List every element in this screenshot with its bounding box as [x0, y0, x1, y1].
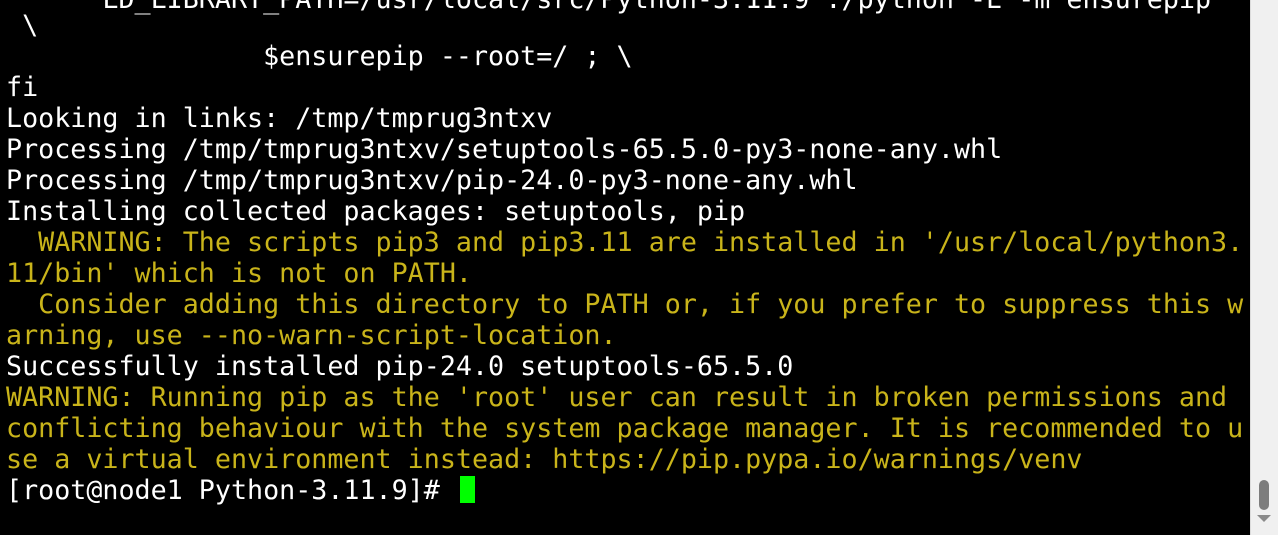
- terminal-line: Processing /tmp/tmprug3ntxv/pip-24.0-py3…: [6, 165, 858, 196]
- terminal-warning-line: se a virtual environment instead: https:…: [6, 444, 1083, 475]
- terminal-warning-line: WARNING: The scripts pip3 and pip3.11 ar…: [6, 227, 1244, 258]
- terminal-warning-line: conflicting behaviour with the system pa…: [6, 413, 1244, 444]
- terminal-warning-line: Consider adding this directory to PATH o…: [6, 289, 1244, 320]
- terminal-line: Installing collected packages: setuptool…: [6, 196, 746, 227]
- terminal-warning-line: arning, use --no-warn-script-location.: [6, 320, 617, 351]
- terminal-warning-line: WARNING: Running pip as the 'root' user …: [6, 382, 1228, 413]
- terminal-line: Looking in links: /tmp/tmprug3ntxv: [6, 103, 553, 134]
- terminal-line: Processing /tmp/tmprug3ntxv/setuptools-6…: [6, 134, 1003, 165]
- terminal-prompt-line[interactable]: [root@node1 Python-3.11.9]#: [6, 475, 475, 506]
- scroll-down-arrow-icon[interactable]: [1257, 515, 1271, 522]
- terminal-line: \: [6, 10, 39, 41]
- terminal-warning-line: 11/bin' which is not on PATH.: [6, 258, 472, 289]
- terminal-line: fi: [6, 72, 39, 103]
- terminal-line: Successfully installed pip-24.0 setuptoo…: [6, 351, 794, 382]
- terminal-line: $ensurepip --root=/ ; \: [6, 41, 633, 72]
- text-cursor: [459, 476, 475, 503]
- terminal-line: LD_LIBRARY_PATH=/usr/local/src/Python-3.…: [6, 0, 1211, 15]
- vertical-scrollbar[interactable]: [1250, 0, 1278, 535]
- scrollbar-thumb[interactable]: [1259, 480, 1269, 510]
- shell-prompt: [root@node1 Python-3.11.9]#: [6, 475, 456, 506]
- terminal-output[interactable]: LD_LIBRARY_PATH=/usr/local/src/Python-3.…: [0, 0, 1250, 535]
